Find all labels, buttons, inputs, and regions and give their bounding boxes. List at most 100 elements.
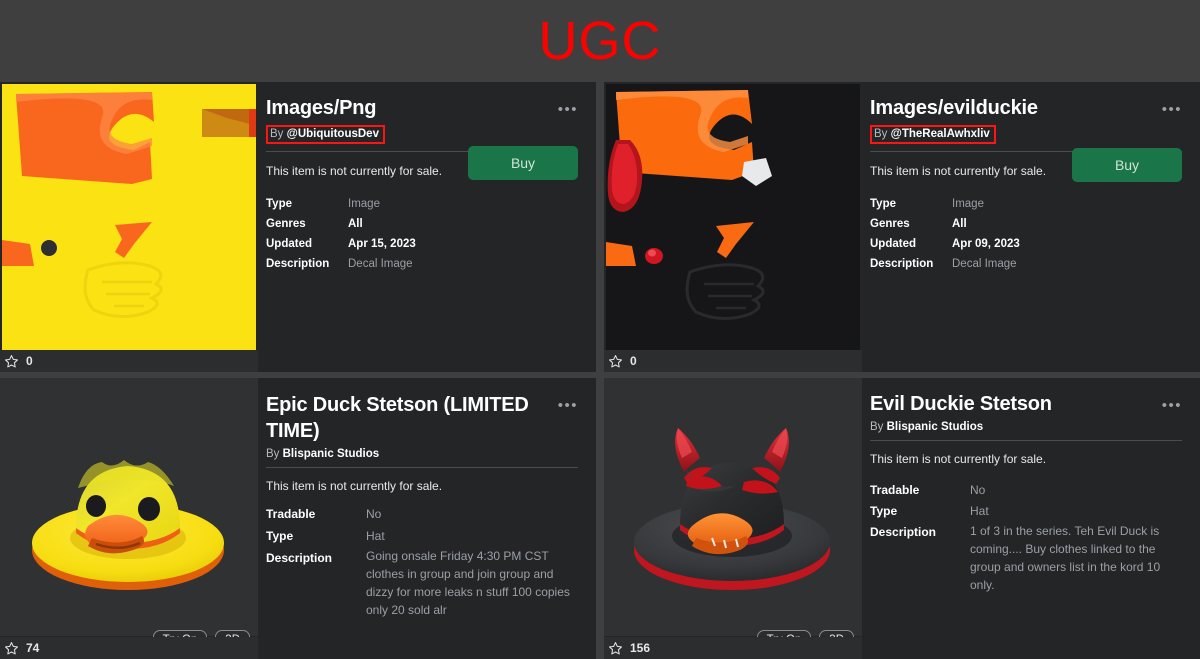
decal-thumbnail-evil-duck[interactable] bbox=[604, 82, 862, 372]
spec-key: Description bbox=[266, 551, 333, 565]
spec-value: 1 of 3 in the series. Teh Evil Duck is c… bbox=[970, 524, 1161, 592]
favorite-count-bar[interactable]: 74 bbox=[0, 637, 258, 659]
title-row: Epic Duck Stetson (LIMITED TIME) ••• bbox=[266, 392, 578, 444]
spec-value: Hat bbox=[970, 504, 989, 518]
evil-duck-hat-art bbox=[604, 378, 862, 636]
decal-image-yellow bbox=[2, 84, 256, 352]
item-title: Evil Duckie Stetson bbox=[870, 393, 1052, 415]
author-name: @UbiquitousDev bbox=[286, 128, 379, 140]
item-details: Images/Png ••• By @UbiquitousDev This it… bbox=[258, 82, 596, 372]
more-options-icon[interactable]: ••• bbox=[1162, 96, 1182, 117]
spec-value: Apr 09, 2023 bbox=[952, 238, 1020, 250]
decal-image-dark bbox=[606, 84, 860, 352]
spec-value: Decal Image bbox=[952, 258, 1017, 270]
sale-status-text: This item is not currently for sale. bbox=[870, 452, 1047, 466]
thumbnail-area[interactable]: 0 bbox=[604, 82, 862, 372]
spec-value: All bbox=[952, 218, 967, 230]
title-row: Images/evilduckie ••• bbox=[870, 96, 1182, 121]
thumbnail-area[interactable]: Try On 3D 156 bbox=[604, 378, 862, 659]
favorite-count: 156 bbox=[630, 641, 651, 655]
decal-thumbnail-yellow-duck[interactable] bbox=[0, 82, 258, 372]
star-icon bbox=[609, 641, 622, 654]
spec-value: Image bbox=[952, 198, 984, 210]
spec-key: Tradable bbox=[266, 507, 316, 521]
author-prefix: By bbox=[870, 421, 884, 433]
favorite-count: 0 bbox=[26, 354, 33, 368]
spec-key: Updated bbox=[870, 238, 916, 250]
spec-key: Type bbox=[266, 529, 294, 543]
item-title: Epic Duck Stetson (LIMITED TIME) bbox=[266, 394, 529, 442]
yellow-duck-decal-art bbox=[2, 84, 256, 352]
spec-row: Type Image bbox=[870, 194, 1182, 214]
evil-duck-decal-art bbox=[606, 84, 860, 352]
spec-list: Type Image Genres All Updated Apr 15, 20… bbox=[266, 194, 578, 274]
spec-list: Type Image Genres All Updated Apr 09, 20… bbox=[870, 194, 1182, 274]
item-author[interactable]: By @TheRealAwhxliv bbox=[870, 125, 996, 144]
author-name: Blispanic Studios bbox=[886, 421, 984, 433]
buy-button[interactable]: Buy bbox=[1072, 148, 1182, 182]
spec-value: No bbox=[366, 507, 382, 521]
favorite-count: 74 bbox=[26, 641, 40, 655]
spec-key: Tradable bbox=[870, 483, 920, 497]
star-icon bbox=[5, 354, 18, 367]
item-details: Images/evilduckie ••• By @TheRealAwhxliv… bbox=[862, 82, 1200, 372]
hat-render-black[interactable]: Try On 3D bbox=[604, 378, 862, 659]
author-name: @TheRealAwhxliv bbox=[890, 128, 990, 140]
divider bbox=[266, 467, 578, 468]
more-options-icon[interactable]: ••• bbox=[558, 392, 578, 413]
spec-key: Type bbox=[266, 198, 292, 210]
hat-render-yellow[interactable]: Try On 3D bbox=[0, 378, 258, 659]
spec-value: Apr 15, 2023 bbox=[348, 238, 416, 250]
favorite-count-bar[interactable]: 0 bbox=[0, 350, 258, 372]
item-details: Evil Duckie Stetson ••• By Blispanic Stu… bbox=[862, 378, 1200, 659]
yellow-duck-hat-art bbox=[0, 378, 258, 636]
page-title: UGC bbox=[538, 11, 662, 71]
author-name: Blispanic Studios bbox=[282, 448, 380, 460]
spec-row: Description 1 of 3 in the series. Teh Ev… bbox=[870, 522, 1182, 594]
item-card-images-png[interactable]: 0 Images/Png ••• By @UbiquitousDev This … bbox=[0, 82, 596, 372]
author-prefix: By bbox=[266, 448, 280, 460]
spec-row: Tradable No bbox=[266, 503, 578, 525]
more-options-icon[interactable]: ••• bbox=[558, 96, 578, 117]
author-prefix: By bbox=[270, 128, 284, 140]
spec-value: No bbox=[970, 483, 986, 497]
thumbnail-area[interactable]: Try On 3D 74 bbox=[0, 378, 258, 659]
title-row: Images/Png ••• bbox=[266, 96, 578, 121]
author-prefix: By bbox=[874, 128, 888, 140]
spec-key: Genres bbox=[870, 218, 910, 230]
spec-row: Type Hat bbox=[870, 501, 1182, 522]
thumbnail-area[interactable]: 0 bbox=[0, 82, 258, 372]
item-card-grid: 0 Images/Png ••• By @UbiquitousDev This … bbox=[0, 82, 1200, 659]
item-author[interactable]: By Blispanic Studios bbox=[266, 448, 578, 460]
three-d-render-yellow-duck-hat bbox=[0, 378, 258, 636]
star-icon bbox=[5, 641, 18, 654]
sale-status-text: This item is not currently for sale. bbox=[266, 479, 443, 493]
item-card-images-evilduckie[interactable]: 0 Images/evilduckie ••• By @TheRealAwhxl… bbox=[604, 82, 1200, 372]
favorite-count-bar[interactable]: 156 bbox=[604, 637, 862, 659]
item-card-evil-duckie-stetson[interactable]: Try On 3D 156 Evil Duckie Stetson ••• bbox=[604, 378, 1200, 659]
item-author[interactable]: By Blispanic Studios bbox=[870, 421, 1182, 433]
item-title: Images/evilduckie bbox=[870, 97, 1038, 119]
spec-list: Tradable No Type Hat Description Going o… bbox=[266, 503, 578, 619]
item-card-epic-duck-stetson[interactable]: Try On 3D 74 Epic Duck Stetson (LIMITED … bbox=[0, 378, 596, 659]
spec-row: Updated Apr 15, 2023 bbox=[266, 234, 578, 254]
spec-value: Decal Image bbox=[348, 258, 413, 270]
three-d-render-evil-duck-hat bbox=[604, 378, 862, 636]
spec-key: Description bbox=[870, 525, 937, 539]
spec-row: Genres All bbox=[870, 214, 1182, 234]
spec-key: Description bbox=[870, 258, 934, 270]
spec-value: All bbox=[348, 218, 363, 230]
title-row: Evil Duckie Stetson ••• bbox=[870, 392, 1182, 417]
spec-row: Updated Apr 09, 2023 bbox=[870, 234, 1182, 254]
item-details: Epic Duck Stetson (LIMITED TIME) ••• By … bbox=[258, 378, 596, 659]
spec-row: Description Going onsale Friday 4:30 PM … bbox=[266, 547, 578, 619]
favorite-count-bar[interactable]: 0 bbox=[604, 350, 862, 372]
spec-key: Type bbox=[870, 504, 898, 518]
favorite-count: 0 bbox=[630, 354, 637, 368]
spec-row: Tradable No bbox=[870, 480, 1182, 501]
buy-button[interactable]: Buy bbox=[468, 146, 578, 180]
spec-value: Image bbox=[348, 198, 380, 210]
more-options-icon[interactable]: ••• bbox=[1162, 392, 1182, 413]
item-author[interactable]: By @UbiquitousDev bbox=[266, 125, 385, 144]
spec-value: Going onsale Friday 4:30 PM CST clothes … bbox=[366, 549, 570, 617]
